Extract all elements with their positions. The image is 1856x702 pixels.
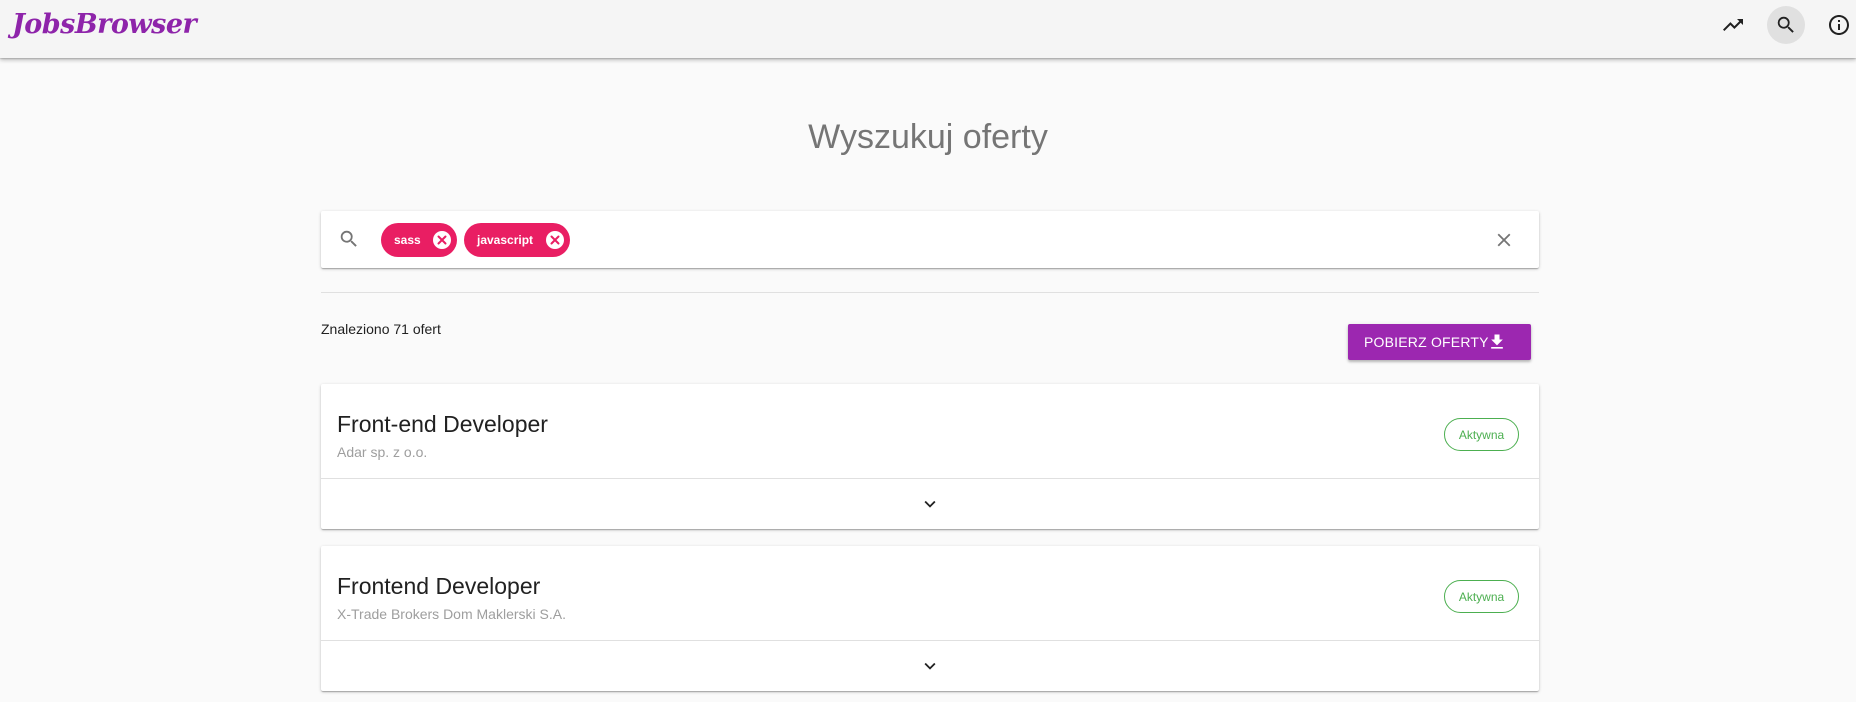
job-company: X-Trade Brokers Dom Maklerski S.A.	[337, 606, 566, 622]
chip-label: sass	[394, 233, 421, 247]
job-card[interactable]: Front-end Developer Adar sp. z o.o. Akty…	[321, 384, 1539, 529]
search-icon[interactable]	[1767, 6, 1805, 44]
page-title: Wyszukuj oferty	[808, 118, 1048, 156]
trending-up-icon[interactable]	[1714, 6, 1752, 44]
job-title[interactable]: Frontend Developer	[337, 573, 540, 600]
card-divider	[321, 478, 1539, 479]
chip-remove-icon[interactable]	[433, 231, 451, 249]
results-count: Znaleziono 71 ofert	[321, 321, 441, 337]
download-icon	[1487, 332, 1507, 352]
app-bar: JobsBrowser	[0, 0, 1856, 58]
filter-chip-sass[interactable]: sass	[381, 223, 457, 257]
job-company: Adar sp. z o.o.	[337, 444, 428, 460]
chevron-down-icon[interactable]	[919, 655, 941, 677]
job-title[interactable]: Front-end Developer	[337, 411, 548, 438]
status-badge: Aktywna	[1444, 418, 1519, 451]
job-card[interactable]: Frontend Developer X-Trade Brokers Dom M…	[321, 546, 1539, 691]
app-logo[interactable]: JobsBrowser	[12, 9, 197, 40]
card-divider	[321, 640, 1539, 641]
download-offers-label: POBIERZ OFERTY	[1364, 334, 1489, 350]
chip-remove-icon[interactable]	[546, 231, 564, 249]
section-divider	[321, 292, 1539, 293]
download-offers-button[interactable]: POBIERZ OFERTY	[1348, 324, 1531, 360]
status-badge: Aktywna	[1444, 580, 1519, 613]
clear-search-icon[interactable]	[1493, 229, 1515, 251]
search-icon	[338, 228, 360, 250]
chip-label: javascript	[477, 233, 534, 247]
chevron-down-icon[interactable]	[919, 493, 941, 515]
info-icon[interactable]	[1820, 6, 1856, 44]
filter-chip-javascript[interactable]: javascript	[464, 223, 570, 257]
